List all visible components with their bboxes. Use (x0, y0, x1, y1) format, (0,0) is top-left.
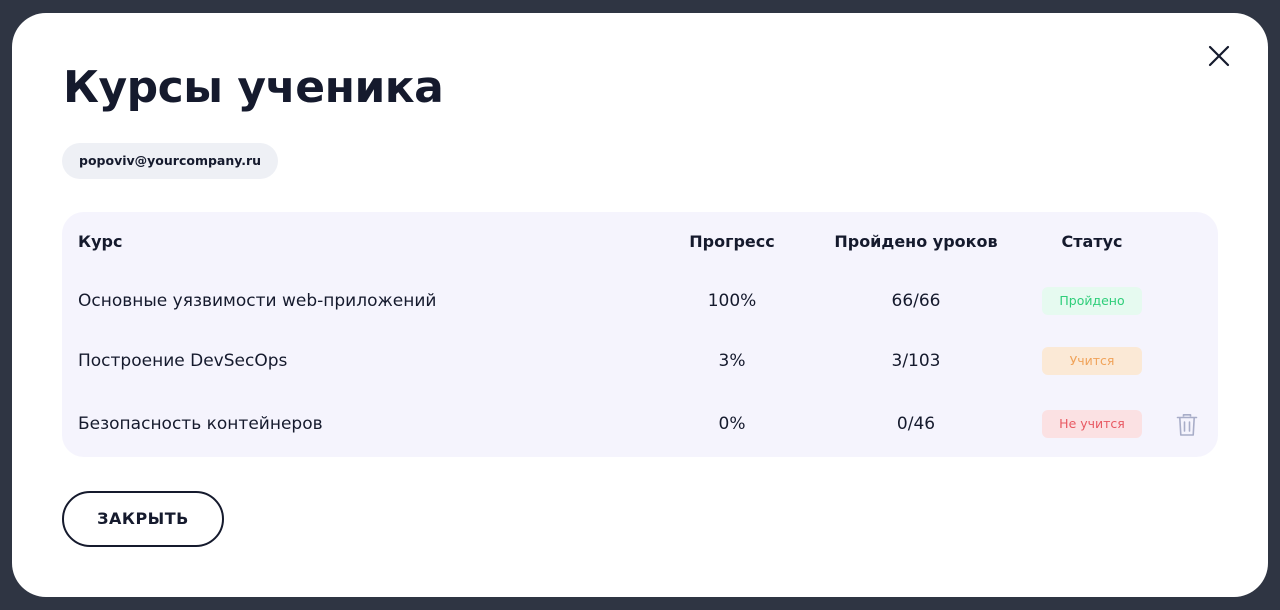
course-progress: 3% (718, 351, 746, 371)
course-progress: 100% (707, 291, 757, 311)
table-row: Построение DevSecOps 3% 3/103 Учится (62, 341, 1218, 381)
status-badge: Не учится (1042, 410, 1142, 438)
header-course: Курс (78, 232, 123, 251)
course-name: Построение DevSecOps (78, 351, 288, 371)
course-lessons: 66/66 (891, 291, 941, 311)
status-badge: Пройдено (1042, 287, 1142, 315)
course-progress: 0% (718, 414, 746, 434)
student-courses-modal: Курсы ученика popoviv@yourcompany.ru Кур… (12, 13, 1268, 597)
student-email-chip: popoviv@yourcompany.ru (62, 143, 279, 179)
close-icon[interactable] (1208, 45, 1230, 67)
table-row: Безопасность контейнеров 0% 0/46 Не учит… (62, 404, 1218, 444)
status-badge: Учится (1042, 347, 1142, 375)
header-status: Статус (1061, 232, 1123, 251)
courses-table: Курс Прогресс Пройдено уроков Статус Осн… (62, 212, 1218, 457)
course-name: Основные уязвимости web-приложений (78, 291, 437, 311)
header-progress: Прогресс (689, 232, 775, 251)
table-row: Основные уязвимости web-приложений 100% … (62, 281, 1218, 321)
close-button[interactable]: ЗАКРЫТЬ (62, 491, 224, 547)
header-lessons: Пройдено уроков (834, 232, 998, 251)
course-lessons: 3/103 (891, 351, 941, 371)
course-name: Безопасность контейнеров (78, 414, 323, 434)
course-lessons: 0/46 (896, 414, 936, 434)
modal-title: Курсы ученика (63, 62, 444, 113)
trash-icon[interactable] (1176, 413, 1198, 437)
